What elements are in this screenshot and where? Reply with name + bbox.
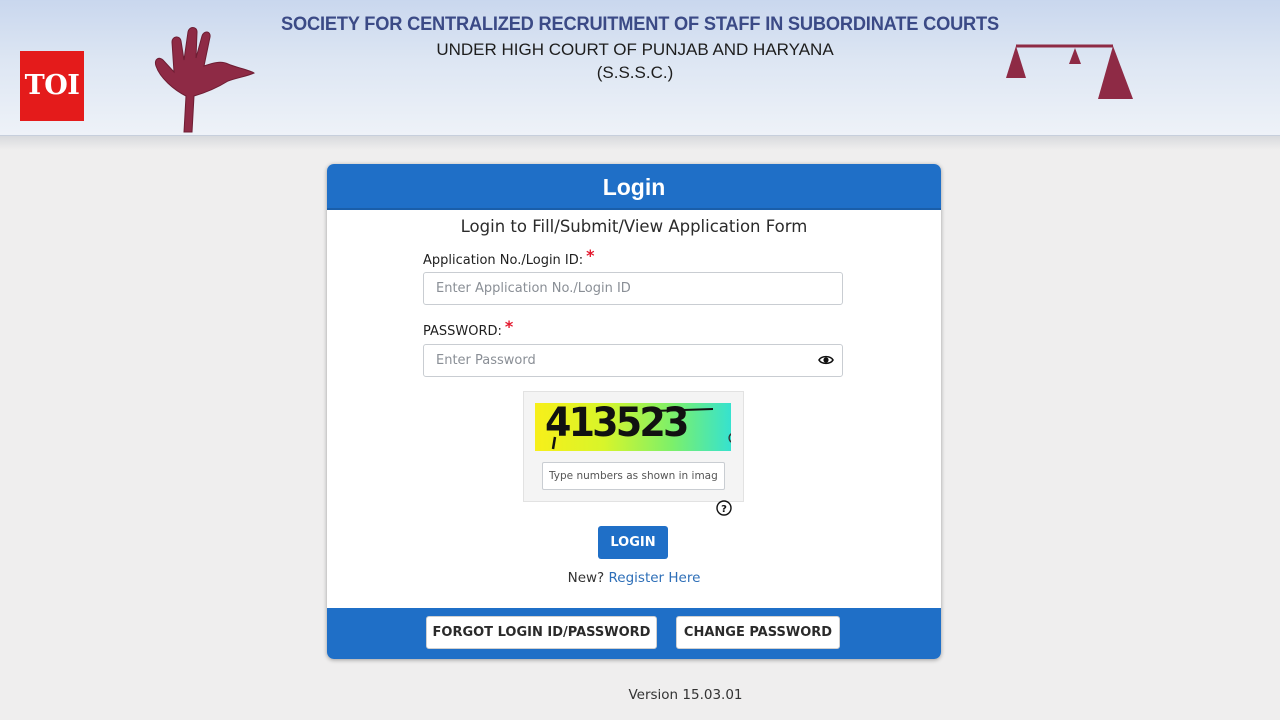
- required-mark: *: [504, 317, 514, 336]
- forgot-login-button[interactable]: FORGOT LOGIN ID/PASSWORD: [426, 616, 657, 649]
- scales-of-justice-icon: [1006, 44, 1133, 99]
- version-label: Version 15.03.01: [628, 687, 743, 703]
- login-card-footer: FORGOT LOGIN ID/PASSWORD CHANGE PASSWORD: [327, 608, 941, 659]
- application-id-label-text: Application No./Login ID:: [423, 253, 584, 268]
- password-input[interactable]: [423, 344, 843, 377]
- login-card-subtitle: Login to Fill/Submit/View Application Fo…: [460, 217, 808, 236]
- password-label-text: PASSWORD:: [423, 324, 502, 339]
- login-card-title: Login: [327, 164, 941, 210]
- header-banner: TOI SOCIETY FOR CENTRALIZED RECRUITMENT …: [0, 0, 1280, 136]
- register-prompt: New?: [567, 570, 605, 586]
- question-circle-icon[interactable]: ?: [716, 500, 732, 516]
- register-link[interactable]: Register Here: [609, 570, 701, 586]
- change-password-button[interactable]: CHANGE PASSWORD: [676, 616, 840, 649]
- eye-icon[interactable]: [818, 353, 834, 367]
- register-row: New? Register Here: [327, 570, 941, 586]
- login-button[interactable]: LOGIN: [598, 526, 668, 559]
- toi-logo: TOI: [20, 51, 84, 121]
- login-card: Login Login to Fill/Submit/View Applicat…: [327, 164, 941, 659]
- header-subtitle: UNDER HIGH COURT OF PUNJAB AND HARYANA: [436, 40, 834, 59]
- required-mark: *: [586, 246, 595, 265]
- captcha-panel: 413523: [523, 391, 744, 502]
- header-shadow: [0, 136, 1280, 150]
- application-id-label: Application No./Login ID: *: [423, 246, 595, 268]
- header-title: SOCIETY FOR CENTRALIZED RECRUITMENT OF S…: [281, 14, 999, 35]
- refresh-icon[interactable]: [727, 431, 731, 445]
- captcha-image: 413523: [535, 403, 731, 451]
- password-label: PASSWORD: *: [423, 317, 514, 339]
- header-abbreviation: (S.S.S.C.): [596, 63, 674, 82]
- captcha-noise-lines: [551, 408, 714, 450]
- svg-text:?: ?: [721, 504, 727, 515]
- captcha-input[interactable]: [542, 462, 725, 490]
- application-id-input[interactable]: [423, 272, 843, 305]
